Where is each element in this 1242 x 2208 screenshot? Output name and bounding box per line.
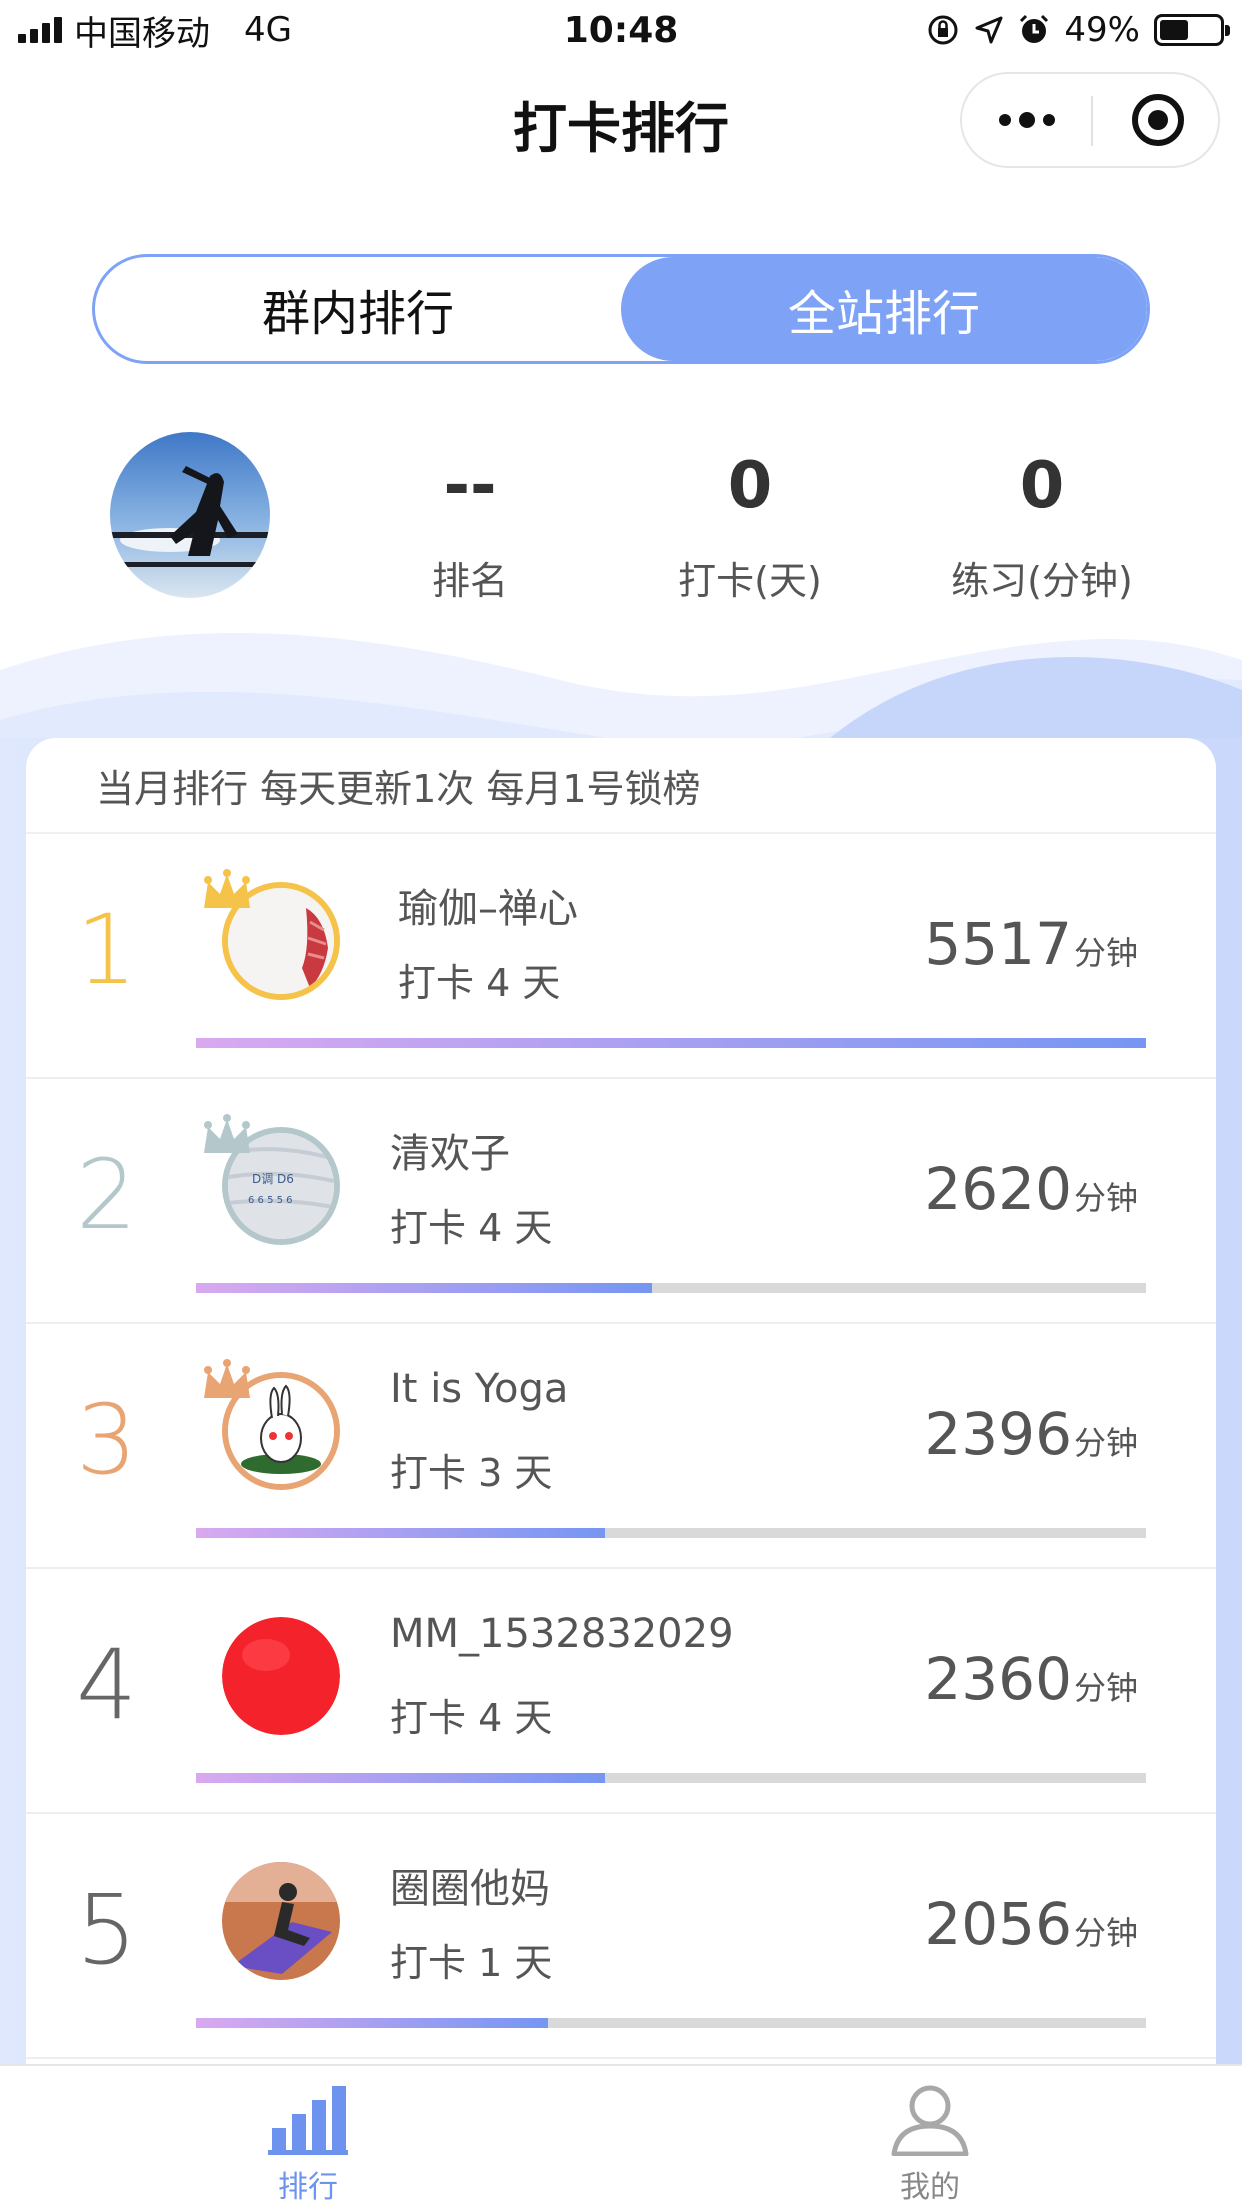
tab-mine[interactable]: 我的 (830, 2084, 1030, 2205)
capsule-divider (1091, 96, 1093, 146)
progress-fill (196, 1283, 652, 1293)
minutes-unit: 分钟 (1073, 1179, 1138, 1217)
progress-fill (196, 2018, 548, 2028)
battery-percent: 49% (1064, 10, 1140, 50)
minutes-unit: 分钟 (1073, 1424, 1138, 1462)
practice-minutes: 2056 分钟 (924, 1890, 1138, 1958)
rank-value: -- (443, 449, 497, 523)
battery-fill (1160, 20, 1189, 40)
rank-number: 5 (76, 1874, 138, 1986)
tab-ranking-label: 排行 (278, 2170, 338, 2205)
bar-chart-icon (266, 2084, 350, 2156)
minutes-value: 2620 (924, 1155, 1072, 1223)
stat-rank: -- 排名 (340, 446, 600, 605)
more-options-button[interactable] (962, 74, 1092, 166)
practice-minutes-value: 0 (1019, 449, 1065, 523)
member-name: MM_1532832029 (390, 1611, 734, 1657)
crown-icon (204, 869, 250, 908)
stat-checkin-days: 0 打卡(天) (620, 446, 880, 605)
progress-bar (196, 1528, 1146, 1538)
tab-group-ranking[interactable]: 群内排行 (95, 257, 621, 361)
person-icon (888, 2084, 972, 2157)
progress-bar (196, 1773, 1146, 1783)
avatar (222, 1617, 340, 1735)
ranking-row[interactable]: 3 It is Yoga 打卡 3 天 2396 分钟 (26, 1324, 1216, 1569)
practice-minutes: 2620 分钟 (924, 1155, 1138, 1223)
ranking-row[interactable]: 2 D调 D6 6 6 5 5 6 清欢子 打卡 4 天 2620 分钟 (26, 1079, 1216, 1324)
progress-bar (196, 2018, 1146, 2028)
rank-number: 3 (76, 1384, 138, 1496)
minutes-value: 5517 (924, 910, 1072, 978)
crown-icon (204, 1114, 250, 1153)
ranking-row[interactable]: 1 瑜伽–禅心 打卡 4 天 5517 分钟 (26, 834, 1216, 1079)
battery-icon (1154, 14, 1230, 46)
alarm-icon (1020, 14, 1049, 43)
checkin-days-value: 0 (727, 449, 773, 523)
tab-mine-label: 我的 (900, 2170, 960, 2205)
ranking-header: 当月排行 每天更新1次 每月1号锁榜 (26, 738, 1216, 834)
minutes-unit: 分钟 (1073, 934, 1138, 972)
svg-text:D调 D6: D调 D6 (252, 1172, 294, 1186)
rank-number: 4 (76, 1629, 138, 1741)
member-name: 瑜伽–禅心 (398, 886, 578, 932)
location-icon (975, 16, 1003, 44)
checkin-days: 打卡 3 天 (390, 1451, 553, 1495)
progress-fill (196, 1038, 1146, 1048)
member-name: It is Yoga (390, 1366, 569, 1412)
avatar (222, 1862, 340, 1980)
practice-minutes: 2396 分钟 (924, 1400, 1138, 1468)
ranking-scope-toggle: 群内排行 全站排行 (92, 254, 1150, 364)
progress-fill (196, 1773, 605, 1783)
checkin-days-label: 打卡(天) (678, 559, 822, 603)
progress-fill (196, 1528, 605, 1538)
minutes-value: 2056 (924, 1890, 1072, 1958)
user-avatar[interactable] (110, 432, 270, 598)
minutes-value: 2396 (924, 1400, 1072, 1468)
rank-number: 2 (76, 1139, 138, 1251)
minutes-unit: 分钟 (1073, 1669, 1138, 1707)
practice-minutes-label: 练习(分钟) (951, 559, 1133, 603)
tab-ranking[interactable]: 排行 (208, 2084, 408, 2205)
minutes-unit: 分钟 (1073, 1914, 1138, 1952)
ranking-card: 当月排行 每天更新1次 每月1号锁榜 1 瑜伽–禅心 打卡 4 天 5517 分… (26, 738, 1216, 2070)
close-target-icon[interactable] (1132, 94, 1184, 146)
svg-text:6 6 5 5 6: 6 6 5 5 6 (248, 1195, 293, 1206)
practice-minutes: 5517 分钟 (924, 910, 1138, 978)
minutes-value: 2360 (924, 1645, 1072, 1713)
member-name: 圈圈他妈 (390, 1866, 550, 1912)
rank-number: 1 (76, 894, 138, 1006)
rank-label: 排名 (431, 559, 508, 603)
practice-minutes: 2360 分钟 (924, 1645, 1138, 1713)
stat-practice-minutes: 0 练习(分钟) (912, 446, 1172, 605)
progress-bar (196, 1038, 1146, 1048)
tab-site-ranking[interactable]: 全站排行 (621, 257, 1147, 361)
checkin-days: 打卡 4 天 (390, 1696, 553, 1740)
mini-program-capsule (960, 72, 1220, 168)
status-bar: 中国移动 4G 10:48 49% (0, 0, 1242, 62)
crown-icon (204, 1359, 250, 1398)
progress-bar (196, 1283, 1146, 1293)
ranking-row[interactable]: 5 圈圈他妈 打卡 1 天 2056 分钟 (26, 1814, 1216, 2059)
checkin-days: 打卡 4 天 (390, 1206, 553, 1250)
member-name: 清欢子 (390, 1131, 510, 1177)
tab-bar: 排行 我的 (0, 2064, 1242, 2208)
rotation-lock-icon (928, 15, 958, 45)
checkin-days: 打卡 1 天 (390, 1941, 553, 1985)
ranking-row[interactable]: 4 MM_1532832029 打卡 4 天 2360 分钟 (26, 1569, 1216, 1814)
status-right: 49% (926, 10, 1230, 50)
checkin-days: 打卡 4 天 (398, 961, 561, 1005)
